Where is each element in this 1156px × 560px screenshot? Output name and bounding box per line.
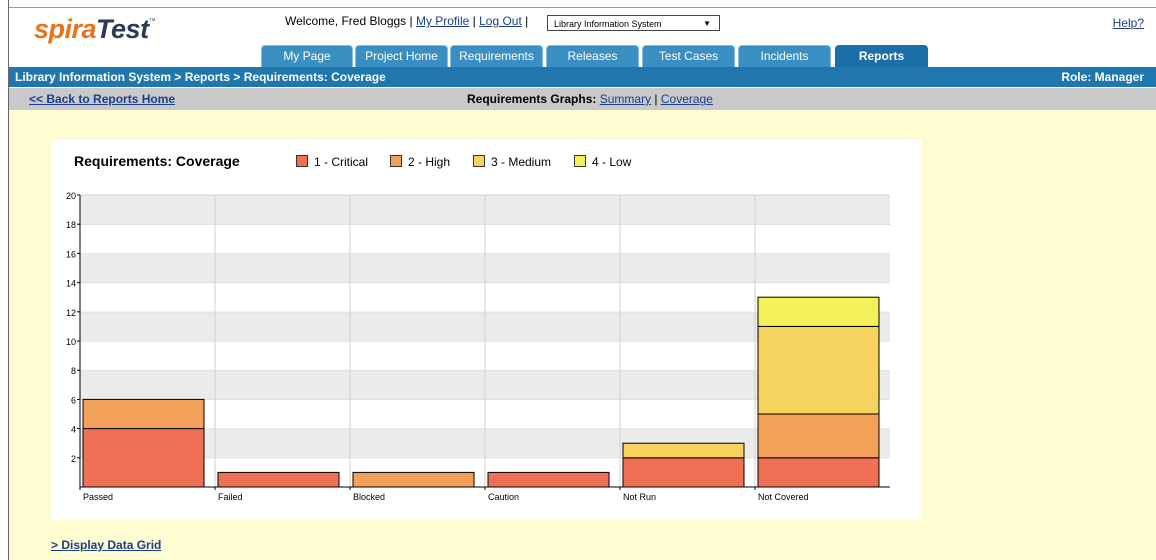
bar-segment-critical xyxy=(757,457,880,488)
bar-segment-high xyxy=(352,471,475,488)
bar-segment-low xyxy=(757,296,880,327)
x-tick-label: Not Covered xyxy=(758,492,809,502)
coverage-chart: 2 4 6 8 10 12 14 16 18 20 Passed Failed Blocked Cauti… xyxy=(66,191,890,502)
y-tick-label: 8 xyxy=(71,366,76,376)
y-tick-label: 6 xyxy=(71,395,76,405)
y-tick-label: 20 xyxy=(66,191,76,201)
x-tick-label: Passed xyxy=(83,492,113,502)
bar-segment-critical xyxy=(217,471,340,488)
y-tick-label: 10 xyxy=(66,337,76,347)
y-tick-label: 14 xyxy=(66,279,76,289)
x-tick-label: Failed xyxy=(218,492,243,502)
bar-segment-critical xyxy=(487,471,610,488)
y-tick-label: 16 xyxy=(66,249,76,259)
bar-segment-medium xyxy=(757,325,880,415)
x-tick-label: Caution xyxy=(488,492,519,502)
bar-segment-medium xyxy=(622,442,745,459)
bar-segment-high xyxy=(757,413,880,459)
x-tick-label: Blocked xyxy=(353,492,385,502)
y-tick-label: 18 xyxy=(66,220,76,230)
y-tick-label: 12 xyxy=(66,308,76,318)
bar-segment-high xyxy=(82,398,205,430)
bar-segment-critical xyxy=(622,457,745,488)
y-tick-label: 4 xyxy=(71,425,76,435)
y-tick-label: 2 xyxy=(71,454,76,464)
bar-segment-critical xyxy=(82,428,205,488)
display-data-grid-link[interactable]: > Display Data Grid xyxy=(51,538,161,552)
x-tick-label: Not Run xyxy=(623,492,656,502)
